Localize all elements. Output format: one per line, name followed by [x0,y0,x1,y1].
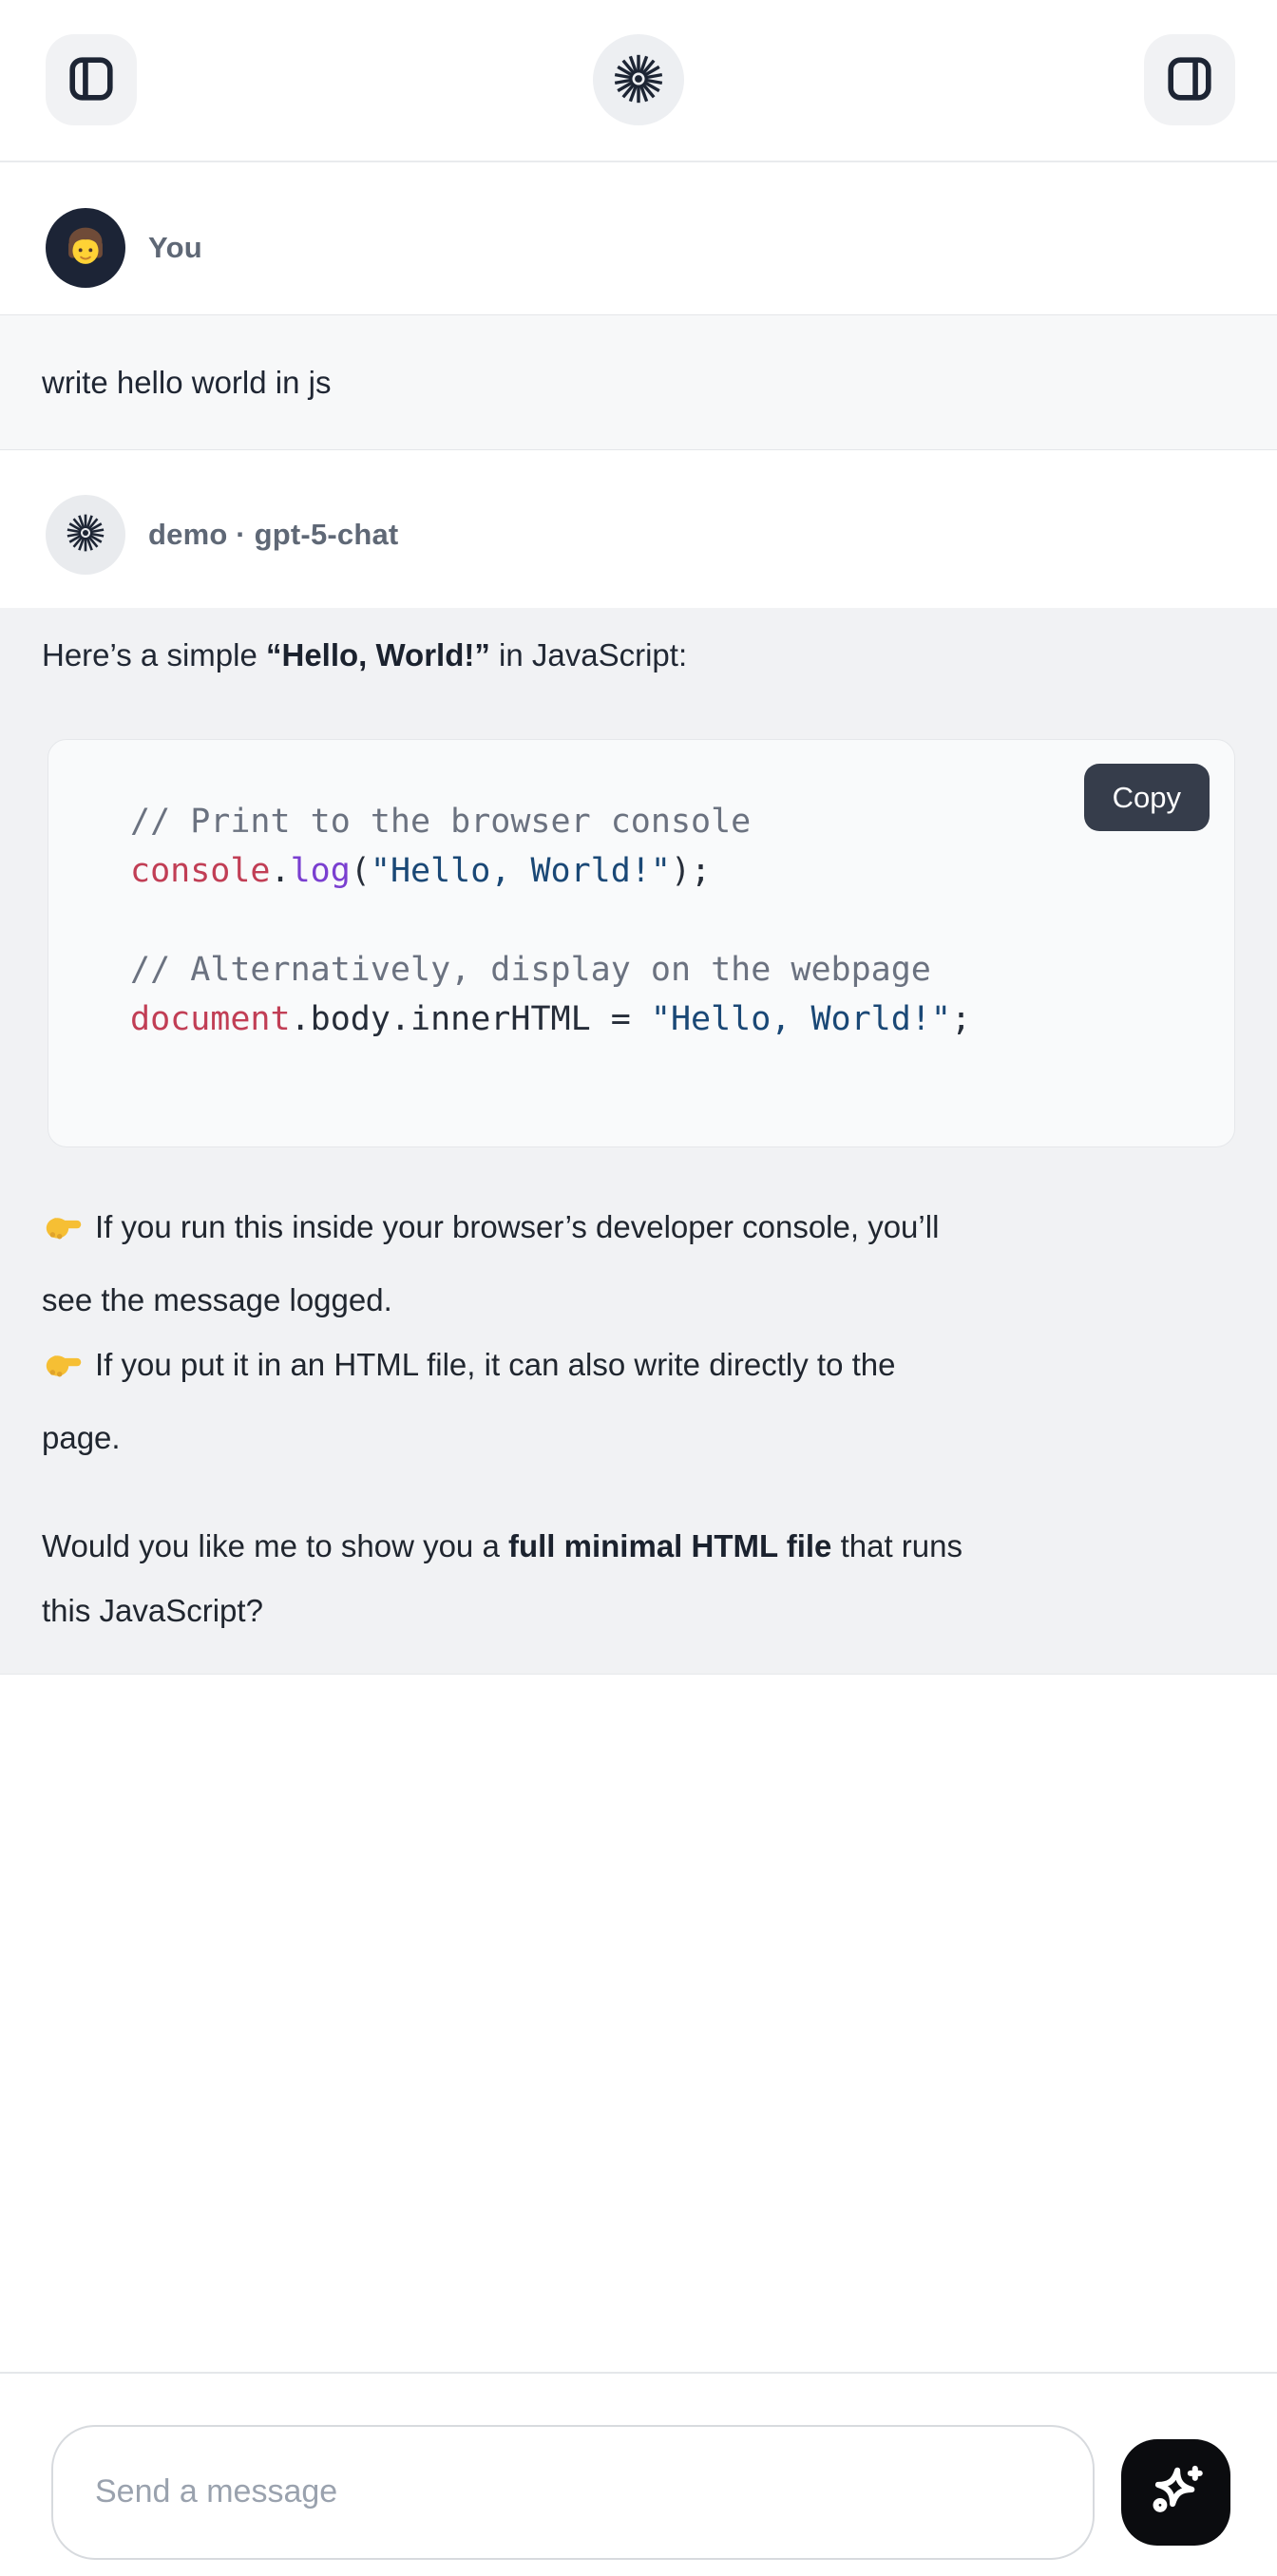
starburst-icon [67,514,105,557]
starburst-icon [614,54,663,106]
send-button[interactable] [1121,2439,1230,2546]
code-blank-line [130,896,1196,945]
person-emoji-icon [56,217,115,280]
code-block-card: Copy // Print to the browser console con… [48,739,1235,1147]
sidebar-toggle-button[interactable] [46,34,137,125]
message-input[interactable] [51,2425,1095,2560]
model-spark-button[interactable] [593,34,684,125]
user-message: write hello world in js [0,314,1277,450]
assistant-avatar [46,495,125,575]
composer-bar [0,2372,1277,2576]
code-block: // Print to the browser console console.… [48,740,1234,1044]
app-header [0,0,1277,162]
assistant-paragraph-2: Would you like me to show you a full min… [42,1514,1235,1643]
right-panel-toggle-button[interactable] [1144,34,1235,125]
assistant-message: Here’s a simple “Hello, World!” in JavaS… [0,608,1277,1675]
model-name-label: demo · gpt-5-chat [148,518,398,552]
user-author-label: You [148,231,202,265]
assistant-message-header: demo · gpt-5-chat [0,450,1277,608]
pointing-hand-icon [42,1341,84,1406]
chat-empty-space [0,1675,1277,2372]
copy-button[interactable]: Copy [1084,764,1210,831]
user-message-header: You [0,162,1277,314]
user-avatar [46,208,125,288]
assistant-intro-text: Here’s a simple “Hello, World!” in JavaS… [42,633,1235,678]
panel-right-icon [1164,53,1215,107]
pointing-hand-icon [42,1203,84,1268]
assistant-paragraph-1: If you run this inside your browser’s de… [42,1195,1235,1470]
user-message-text: write hello world in js [42,365,331,401]
sparkles-icon [1145,2459,1208,2525]
panel-left-icon [66,53,117,107]
